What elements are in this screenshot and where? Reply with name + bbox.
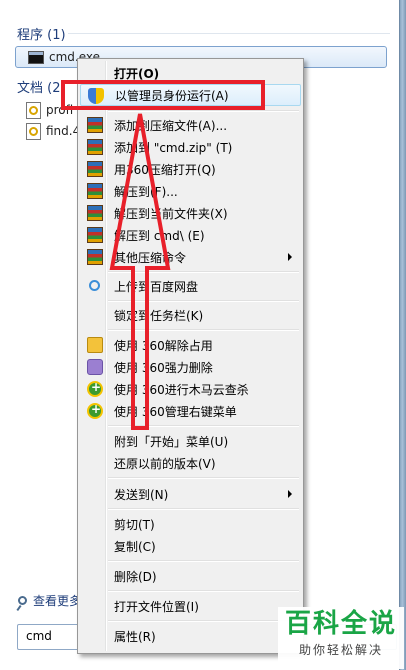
start-menu-frame (399, 0, 406, 670)
menu-item-label: 使用 360解除占用 (114, 338, 213, 353)
search-icon (18, 596, 27, 605)
menu-item-copy[interactable]: 复制(C) (80, 535, 301, 557)
unlock-icon (87, 337, 103, 353)
archive-icon (87, 205, 103, 221)
documents-header: 文档 (2 (17, 81, 61, 96)
result-item-document[interactable]: find.4 (26, 120, 80, 142)
programs-header: 程序 (1) (17, 28, 66, 43)
menu-separator (108, 560, 299, 562)
result-item-label: find.4 (46, 124, 81, 138)
menu-item-label: 用360压缩打开(Q) (114, 162, 216, 177)
watermark-logo: 百科全说 助你轻松解决 (278, 607, 404, 669)
menu-item-label: 打开文件位置(I) (114, 599, 199, 614)
menu-item-label: 发送到(N) (114, 487, 169, 502)
cmd-icon (28, 50, 44, 64)
archive-icon (87, 227, 103, 243)
document-icon (26, 122, 41, 140)
archive-icon (87, 139, 103, 155)
menu-separator (108, 300, 299, 302)
baidu-cloud-icon (89, 280, 100, 291)
menu-item-label: 剪切(T) (114, 517, 155, 532)
menu-item-add-to-archive[interactable]: 添加到压缩文件(A)... (80, 114, 301, 136)
archive-icon (87, 183, 103, 199)
menu-item-label: 其他压缩命令 (114, 250, 187, 265)
menu-separator (108, 271, 299, 273)
menu-item-label: 使用 360强力删除 (114, 360, 213, 375)
annotation-highlight-box (61, 80, 265, 110)
menu-item-upload-baidu[interactable]: 上传到百度网盘 (80, 275, 301, 297)
menu-item-label: 打开(O) (114, 66, 160, 81)
submenu-arrow-icon (288, 253, 292, 261)
menu-item-label: 解压到 cmd\ (E) (114, 228, 205, 243)
archive-icon (87, 249, 103, 265)
menu-item-360-manage-menu[interactable]: 使用 360管理右键菜单 (80, 400, 301, 422)
erase-icon (87, 359, 103, 375)
search-input-value: cmd (26, 629, 52, 643)
menu-item-label: 解压到当前文件夹(X) (114, 206, 228, 221)
menu-item-extract-here[interactable]: 解压到当前文件夹(X) (80, 202, 301, 224)
menu-item-label: 使用 360进行木马云查杀 (114, 382, 249, 397)
watermark-subtitle: 助你轻松解决 (298, 643, 383, 657)
programs-divider (68, 33, 390, 34)
menu-item-open-location[interactable]: 打开文件位置(I) (80, 595, 301, 617)
menu-separator (108, 110, 299, 112)
menu-item-restore-versions[interactable]: 还原以前的版本(V) (80, 452, 301, 474)
menu-item-extract-to[interactable]: 解压到(F)... (80, 180, 301, 202)
menu-item-label: 解压到(F)... (114, 184, 178, 199)
menu-item-label: 添加到 "cmd.zip" (T) (114, 140, 233, 155)
context-menu: 打开(O) 以管理员身份运行(A) 添加到压缩文件(A)... 添加到 "cmd… (77, 58, 304, 654)
menu-item-cut[interactable]: 剪切(T) (80, 513, 301, 535)
menu-item-label: 附到「开始」菜单(U) (114, 434, 229, 449)
menu-item-label: 属性(R) (114, 629, 156, 644)
menu-item-label: 使用 360管理右键菜单 (114, 404, 237, 419)
menu-item-label: 添加到压缩文件(A)... (114, 118, 228, 133)
submenu-arrow-icon (288, 490, 292, 498)
menu-item-pin-start[interactable]: 附到「开始」菜单(U) (80, 430, 301, 452)
menu-item-other-compression[interactable]: 其他压缩命令 (80, 246, 301, 268)
menu-item-label: 删除(D) (114, 569, 157, 584)
menu-separator (108, 425, 299, 427)
menu-item-send-to[interactable]: 发送到(N) (80, 483, 301, 505)
watermark-title: 百科全说 (284, 609, 397, 639)
menu-item-label: 上传到百度网盘 (114, 279, 199, 294)
document-icon (26, 101, 41, 119)
menu-item-properties[interactable]: 属性(R) (80, 625, 301, 647)
menu-item-open-with-360zip[interactable]: 用360压缩打开(Q) (80, 158, 301, 180)
archive-icon (87, 161, 103, 177)
menu-separator (108, 477, 299, 479)
menu-separator (108, 620, 299, 622)
archive-icon (87, 117, 103, 133)
see-more-results-link[interactable]: 查看更多 (18, 592, 81, 609)
menu-item-360-unlock[interactable]: 使用 360解除占用 (80, 334, 301, 356)
menu-separator (108, 329, 299, 331)
menu-separator (108, 508, 299, 510)
menu-item-delete[interactable]: 删除(D) (80, 565, 301, 587)
menu-item-label: 复制(C) (114, 539, 156, 554)
menu-item-label: 还原以前的版本(V) (114, 456, 216, 471)
360-shield-icon (87, 402, 103, 419)
see-more-label: 查看更多 (33, 594, 82, 608)
menu-separator (108, 590, 299, 592)
menu-item-360-trojan-scan[interactable]: 使用 360进行木马云查杀 (80, 378, 301, 400)
menu-item-pin-taskbar[interactable]: 锁定到任务栏(K) (80, 304, 301, 326)
menu-item-add-to-zip[interactable]: 添加到 "cmd.zip" (T) (80, 136, 301, 158)
menu-item-label: 锁定到任务栏(K) (114, 308, 204, 323)
menu-item-360-force-delete[interactable]: 使用 360强力删除 (80, 356, 301, 378)
menu-item-extract-to-folder[interactable]: 解压到 cmd\ (E) (80, 224, 301, 246)
360-shield-icon (87, 380, 103, 397)
